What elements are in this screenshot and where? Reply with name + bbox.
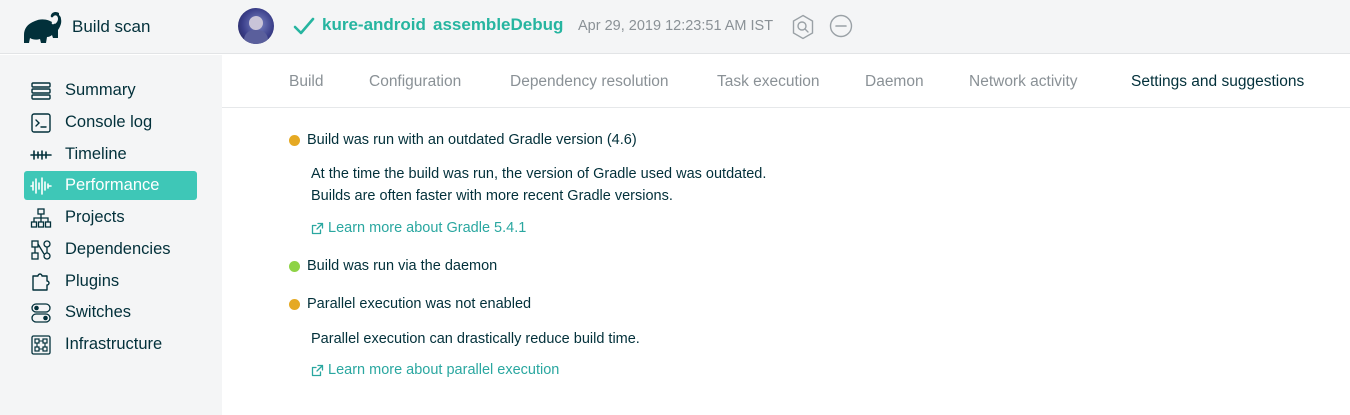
- suggestion-title-text: Parallel execution was not enabled: [307, 296, 532, 312]
- sidebar-item-switches[interactable]: Switches: [24, 298, 197, 327]
- suggestion-line: At the time the build was run, the versi…: [311, 166, 767, 182]
- gradle-elephant-icon: [24, 11, 62, 44]
- sidebar-item-infrastructure[interactable]: Infrastructure: [24, 330, 197, 359]
- suggestion-title-text: Build was run via the daemon: [307, 258, 498, 274]
- suggestion-title-text: Build was run with an outdated Gradle ve…: [307, 132, 637, 148]
- timeline-icon: [30, 144, 52, 166]
- search-hex-icon[interactable]: [791, 14, 815, 40]
- app-title: Build scan: [72, 17, 151, 36]
- sidebar-item-label: Console log: [65, 113, 153, 131]
- suggestion-title: Parallel execution was not enabled: [289, 296, 531, 312]
- avatar-body: [244, 30, 268, 44]
- sidebar-item-dependencies[interactable]: Dependencies: [24, 235, 197, 264]
- sidebar-item-label: Switches: [65, 303, 132, 321]
- warning-status-dot: [289, 298, 300, 310]
- dependencies-icon: [30, 239, 52, 261]
- suggestion-title: Build was run with an outdated Gradle ve…: [289, 132, 637, 148]
- sidebar-item-timeline[interactable]: Timeline: [24, 140, 197, 169]
- tab-network-activity[interactable]: Network activity: [969, 73, 1078, 91]
- link-text: Learn more about Gradle 5.4.1: [328, 220, 527, 236]
- project-name[interactable]: kure-android: [322, 15, 426, 35]
- link-text: Learn more about parallel execution: [328, 362, 560, 378]
- task-name[interactable]: assembleDebug: [433, 15, 563, 35]
- performance-icon: [30, 175, 52, 197]
- performance-tabs: Build Configuration Dependency resolutio…: [222, 55, 1350, 108]
- build-timestamp: Apr 29, 2019 12:23:51 AM IST: [578, 18, 774, 34]
- sidebar-item-label: Summary: [65, 81, 136, 99]
- sidebar-item-performance[interactable]: Performance: [24, 171, 197, 200]
- sidebar-item-label: Timeline: [65, 145, 127, 163]
- suggestion-title: Build was run via the daemon: [289, 258, 497, 274]
- sidebar-item-label: Plugins: [65, 272, 120, 290]
- tab-settings-and-suggestions[interactable]: Settings and suggestions: [1131, 73, 1304, 91]
- brand[interactable]: Build scan: [22, 10, 150, 44]
- tab-daemon[interactable]: Daemon: [865, 73, 924, 91]
- ok-status-dot: [289, 260, 300, 272]
- external-link-icon: [311, 222, 324, 234]
- sidebar-item-projects[interactable]: Projects: [24, 203, 197, 232]
- avatar[interactable]: [238, 8, 274, 44]
- avatar-face: [249, 16, 263, 30]
- tab-configuration[interactable]: Configuration: [369, 73, 461, 91]
- tab-build[interactable]: Build: [289, 73, 323, 91]
- top-bar: Build scan kure-android assembleDebug Ap…: [0, 0, 1350, 54]
- external-link-icon: [311, 364, 324, 376]
- sidebar-item-label: Performance: [65, 176, 160, 194]
- tab-dependency-resolution[interactable]: Dependency resolution: [510, 73, 669, 91]
- sidebar-item-plugins[interactable]: Plugins: [24, 267, 197, 296]
- summary-icon: [30, 80, 52, 102]
- suggestion-description: Parallel execution can drastically reduc…: [311, 328, 640, 350]
- minus-circle-icon[interactable]: [829, 14, 853, 38]
- tab-task-execution[interactable]: Task execution: [717, 73, 820, 91]
- suggestion-line: Parallel execution can drastically reduc…: [311, 331, 640, 347]
- suggestion-line: Builds are often faster with more recent…: [311, 188, 673, 204]
- warning-status-dot: [289, 134, 300, 146]
- switches-icon: [30, 302, 52, 324]
- plugins-icon: [30, 271, 52, 293]
- projects-icon: [30, 207, 52, 229]
- learn-more-parallel-link[interactable]: Learn more about parallel execution: [311, 362, 559, 378]
- sidebar-item-label: Dependencies: [65, 240, 171, 258]
- infrastructure-icon: [30, 334, 52, 356]
- sidebar-item-label: Projects: [65, 208, 125, 226]
- console-icon: [30, 112, 52, 134]
- check-icon: [293, 17, 315, 35]
- sidebar-item-console-log[interactable]: Console log: [24, 108, 197, 137]
- sidebar-item-label: Infrastructure: [65, 335, 163, 353]
- learn-more-gradle-link[interactable]: Learn more about Gradle 5.4.1: [311, 220, 526, 236]
- suggestion-description: At the time the build was run, the versi…: [311, 163, 766, 207]
- sidebar-item-summary[interactable]: Summary: [24, 76, 197, 105]
- sidebar: Summary Console log Timeline Performance…: [0, 55, 222, 415]
